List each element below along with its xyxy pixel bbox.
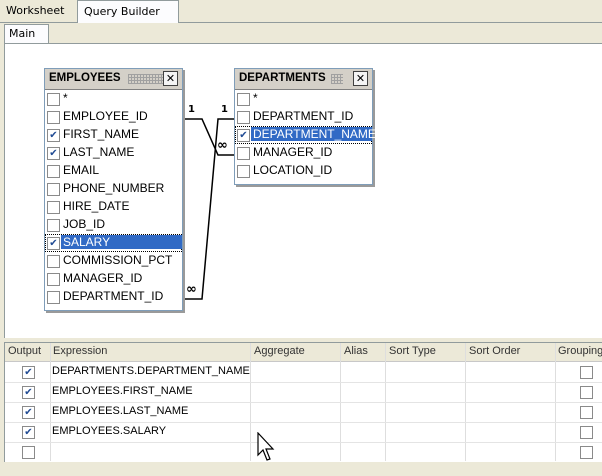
field-row-selected[interactable]: ✔ DEPARTMENT_NAME [235,126,376,144]
expression-cell[interactable]: EMPLOYEES.LAST_NAME [52,405,188,417]
employees-field-list: * EMPLOYEE_ID ✔ FIRST_NAME ✔ LAST_NAME EMA… [45,90,182,306]
field-label: COMMISSION_PCT [63,253,173,267]
grid-header: Output Expression Aggregate Alias Sort T… [5,343,602,362]
field-label: MANAGER_ID [253,145,333,159]
column-header-sort-type[interactable]: Sort Type [389,345,436,357]
field-row[interactable]: * [235,90,372,108]
grouping-checkbox[interactable] [580,366,593,379]
field-label: HIRE_DATE [63,199,130,213]
grouping-checkbox[interactable] [580,386,593,399]
field-row[interactable]: PHONE_NUMBER [45,180,182,198]
join-cardinality-label: ∞ [186,282,197,297]
table-row[interactable] [5,442,602,463]
field-checkbox[interactable] [47,291,60,304]
field-checkbox[interactable]: ✔ [47,129,60,142]
field-row[interactable]: JOB_ID [45,216,182,234]
table-title: EMPLOYEES [49,72,121,84]
field-row[interactable]: EMAIL [45,162,182,180]
table-row[interactable]: ✔ EMPLOYEES.SALARY [5,422,602,443]
field-row[interactable]: HIRE_DATE [45,198,182,216]
column-header-alias[interactable]: Alias [344,345,368,357]
field-row[interactable]: LOCATION_ID [235,162,372,180]
field-checkbox[interactable] [237,165,250,178]
field-checkbox[interactable] [47,183,60,196]
departments-table-header[interactable]: DEPARTMENTS ✕ [235,69,372,90]
join-cardinality-label: ∞ [217,138,228,153]
table-row[interactable]: ✔ DEPARTMENTS.DEPARTMENT_NAME [5,362,602,383]
field-row[interactable]: MANAGER_ID [45,270,182,288]
table-title: DEPARTMENTS [239,72,326,84]
field-label: DEPARTMENT_ID [63,289,164,303]
field-row[interactable]: DEPARTMENT_ID [235,108,372,126]
field-label: MANAGER_ID [63,271,143,285]
employees-table[interactable]: EMPLOYEES ✕ * EMPLOYEE_ID ✔ FIRST_NAME ✔ L… [44,68,183,311]
expression-cell[interactable]: DEPARTMENTS.DEPARTMENT_NAME [52,365,250,377]
field-checkbox[interactable] [47,255,60,268]
field-checkbox[interactable] [47,273,60,286]
field-checkbox[interactable] [47,165,60,178]
field-row[interactable]: DEPARTMENT_ID [45,288,182,306]
field-checkbox[interactable] [237,147,250,160]
query-criteria-grid: Output Expression Aggregate Alias Sort T… [4,342,602,463]
status-strip [0,462,602,476]
column-header-aggregate[interactable]: Aggregate [254,345,305,357]
drag-grip-icon[interactable] [128,74,168,84]
field-checkbox[interactable]: ✔ [47,237,60,250]
field-label: * [63,91,68,105]
expression-cell[interactable]: EMPLOYEES.SALARY [52,425,166,437]
field-label: DEPARTMENT_NAME [251,127,376,141]
employees-table-header[interactable]: EMPLOYEES ✕ [45,69,182,90]
column-header-expression[interactable]: Expression [53,345,107,357]
field-label: PHONE_NUMBER [63,181,165,195]
column-header-output[interactable]: Output [8,345,41,357]
field-label: LAST_NAME [63,145,135,159]
join-cardinality-label: 1 [188,104,195,115]
table-row[interactable]: ✔ EMPLOYEES.LAST_NAME [5,402,602,423]
field-label: SALARY [61,235,182,249]
field-label: LOCATION_ID [253,163,333,177]
grouping-checkbox[interactable] [580,446,593,459]
field-row[interactable]: COMMISSION_PCT [45,252,182,270]
field-row-selected[interactable]: ✔ SALARY [45,234,182,252]
output-checkbox[interactable]: ✔ [22,366,35,379]
field-checkbox[interactable] [47,201,60,214]
drag-grip-icon[interactable] [331,74,343,84]
output-checkbox[interactable] [22,446,35,459]
field-row[interactable]: ✔ FIRST_NAME [45,126,182,144]
field-row[interactable]: ✔ LAST_NAME [45,144,182,162]
table-row[interactable]: ✔ EMPLOYEES.FIRST_NAME [5,382,602,403]
close-icon[interactable]: ✕ [353,71,368,86]
field-checkbox[interactable] [47,93,60,106]
field-checkbox[interactable]: ✔ [47,147,60,160]
output-checkbox[interactable]: ✔ [22,406,35,419]
field-label: DEPARTMENT_ID [253,109,354,123]
expression-cell[interactable]: EMPLOYEES.FIRST_NAME [52,385,193,397]
field-checkbox[interactable] [47,219,60,232]
grouping-checkbox[interactable] [580,406,593,419]
output-checkbox[interactable]: ✔ [22,386,35,399]
field-row[interactable]: * [45,90,182,108]
join-cardinality-label: 1 [221,104,228,115]
column-header-sort-order[interactable]: Sort Order [469,345,520,357]
field-label: EMAIL [63,163,100,177]
field-row[interactable]: MANAGER_ID [235,144,372,162]
field-checkbox[interactable] [47,111,60,124]
field-row[interactable]: EMPLOYEE_ID [45,108,182,126]
mouse-pointer-icon [257,432,275,461]
field-label: JOB_ID [63,217,106,231]
column-header-grouping[interactable]: Grouping [558,345,602,357]
field-label: EMPLOYEE_ID [63,109,148,123]
field-checkbox[interactable]: ✔ [237,129,250,142]
field-label: * [253,91,258,105]
grouping-checkbox[interactable] [580,426,593,439]
departments-table[interactable]: DEPARTMENTS ✕ * DEPARTMENT_ID ✔ DEPARTMEN… [234,68,376,185]
close-icon[interactable]: ✕ [163,71,178,86]
output-checkbox[interactable]: ✔ [22,426,35,439]
field-label: FIRST_NAME [63,127,140,141]
departments-field-list: * DEPARTMENT_ID ✔ DEPARTMENT_NAME MANAGER… [235,90,376,180]
field-checkbox[interactable] [237,111,250,124]
field-checkbox[interactable] [237,93,250,106]
